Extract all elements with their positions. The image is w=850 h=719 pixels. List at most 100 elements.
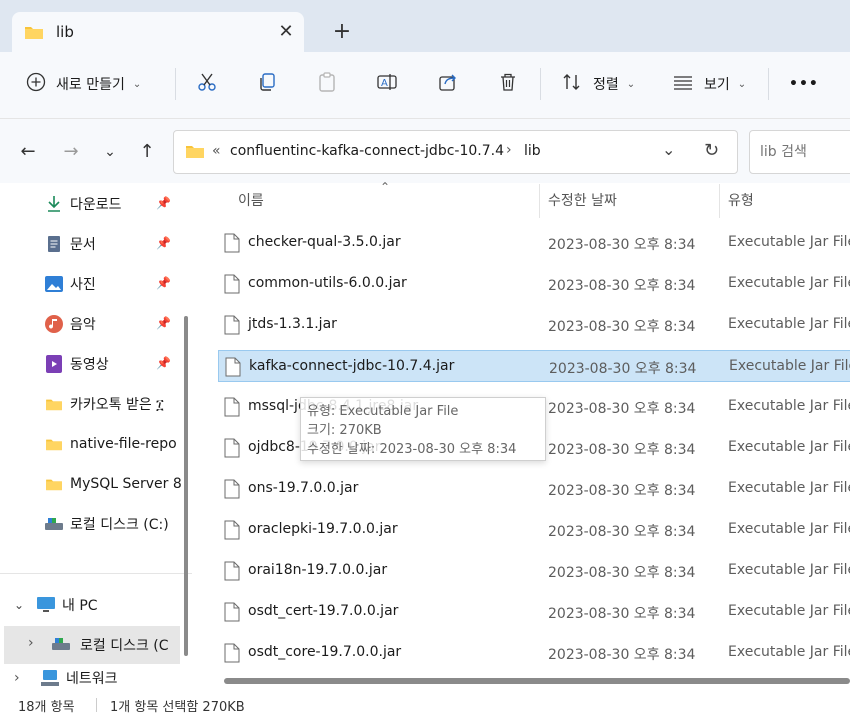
table-row[interactable]: osdt_core-19.7.0.0.jar 2023-08-30 오후 8:34… — [218, 637, 850, 669]
sidebar-item-label: MySQL Server 8 — [70, 476, 182, 492]
toolbar-divider — [768, 68, 769, 100]
sidebar-item-local-disk[interactable]: 로컬 디스크 (C:) — [44, 506, 220, 542]
tab-lib[interactable]: lib ✕ — [12, 12, 304, 52]
back-arrow-icon[interactable]: ← — [16, 140, 40, 164]
file-type: Executable Jar File — [728, 603, 850, 619]
table-row[interactable]: oraclepki-19.7.0.0.jar 2023-08-30 오후 8:34… — [218, 514, 850, 546]
sidebar-item-network[interactable]: › 네트워크 — [14, 668, 190, 688]
sidebar-scrollbar[interactable] — [184, 316, 188, 656]
file-type: Executable Jar File — [728, 480, 850, 496]
sidebar-item-mysql[interactable]: MySQL Server 8 — [44, 466, 220, 502]
file-type: Executable Jar File — [728, 316, 850, 332]
copy-button[interactable] — [256, 64, 278, 104]
more-options-button[interactable]: ••• — [789, 64, 819, 104]
file-name: checker-qual-3.5.0.jar — [248, 234, 401, 250]
file-name: oraclepki-19.7.0.0.jar — [248, 521, 398, 537]
search-input[interactable] — [758, 139, 850, 165]
share-button[interactable] — [437, 64, 459, 104]
sort-ascending-icon: ⌃ — [380, 180, 391, 194]
drive-icon — [44, 514, 64, 534]
rename-button[interactable]: A — [376, 64, 398, 104]
sidebar-item-label: 로컬 디스크 (C:) — [70, 517, 169, 533]
title-bar: lib ✕ + — [0, 0, 850, 52]
file-date: 2023-08-30 오후 8:34 — [548, 524, 696, 540]
sidebar-selected-item[interactable]: › 로컬 디스크 (C — [4, 626, 180, 664]
video-icon — [44, 354, 64, 374]
jar-file-icon — [224, 561, 240, 581]
new-tab-button[interactable]: + — [328, 18, 356, 46]
sidebar-item-documents[interactable]: 문서 — [44, 226, 220, 262]
sidebar-item-kakaotalk[interactable]: 카카오톡 받은 ፲ — [44, 386, 220, 422]
item-count: 18개 항목 — [18, 700, 75, 715]
file-name: kafka-connect-jdbc-10.7.4.jar — [249, 358, 455, 374]
breadcrumb-overflow[interactable]: « — [212, 143, 221, 159]
sidebar-item-downloads[interactable]: 다운로드 — [44, 186, 220, 222]
breadcrumb-current[interactable]: lib — [524, 143, 541, 159]
recent-locations-icon[interactable]: ⌄ — [98, 140, 122, 164]
jar-file-icon — [224, 602, 240, 622]
folder-icon — [24, 24, 44, 44]
table-row[interactable]: ons-19.7.0.0.jar 2023-08-30 오후 8:34 Execut… — [218, 473, 850, 505]
refresh-icon[interactable]: ↻ — [704, 140, 719, 161]
status-bar: 18개 항목 1개 항목 선택함 270KB — [0, 690, 850, 719]
view-label: 보기 — [704, 77, 730, 93]
file-type: Executable Jar File — [728, 562, 850, 578]
jar-file-icon — [224, 315, 240, 335]
table-row[interactable]: jtds-1.3.1.jar 2023-08-30 오후 8:34 Executab… — [218, 309, 850, 341]
new-button[interactable]: 새로 만들기 ⌄ — [26, 64, 141, 104]
column-header-date[interactable]: 수정한 날짜 — [548, 184, 617, 218]
pin-icon: 📌 — [156, 356, 171, 370]
sidebar-item-label: 로컬 디스크 (C — [80, 638, 169, 654]
up-arrow-icon[interactable]: ↑ — [135, 140, 159, 164]
column-header-name[interactable]: 이름 — [238, 184, 264, 218]
address-history-icon[interactable]: ⌄ — [662, 140, 675, 159]
sort-icon — [561, 71, 583, 97]
column-divider[interactable] — [539, 184, 540, 218]
file-type: Executable Jar File — [728, 644, 850, 660]
table-row[interactable]: kafka-connect-jdbc-10.7.4.jar 2023-08-30 … — [218, 350, 850, 382]
horizontal-scrollbar[interactable] — [224, 678, 850, 684]
chevron-down-icon: ⌄ — [14, 598, 25, 612]
breadcrumb-parent[interactable]: confluentinc-kafka-connect-jdbc-10.7.4 — [230, 143, 504, 159]
search-box[interactable] — [749, 130, 850, 174]
picture-icon — [44, 274, 64, 294]
sidebar-item-pictures[interactable]: 사진 — [44, 266, 220, 302]
sidebar-item-music[interactable]: 음악 — [44, 306, 220, 342]
pin-icon: 📌 — [156, 196, 171, 210]
folder-icon — [44, 394, 64, 414]
pin-icon: 📌 — [156, 276, 171, 290]
chevron-down-icon: ⌄ — [626, 78, 636, 90]
sidebar-item-this-pc[interactable]: ⌄ 내 PC — [14, 587, 190, 623]
sidebar-item-videos[interactable]: 동영상 — [44, 346, 220, 382]
sidebar-item-native-file-repo[interactable]: native-file-repo — [44, 426, 220, 462]
toolbar-divider — [175, 68, 176, 100]
tooltip-type: 유형: Executable Jar File — [307, 404, 459, 419]
paste-button[interactable] — [316, 64, 338, 104]
delete-button[interactable] — [497, 64, 519, 104]
address-bar[interactable]: « confluentinc-kafka-connect-jdbc-10.7.4… — [173, 130, 738, 174]
file-date: 2023-08-30 오후 8:34 — [548, 483, 696, 499]
close-tab-icon[interactable]: ✕ — [274, 20, 298, 44]
chevron-right-icon: › — [28, 635, 34, 651]
sidebar-item-label: 문서 — [70, 237, 96, 253]
forward-arrow-icon[interactable]: → — [59, 140, 83, 164]
table-row[interactable]: common-utils-6.0.0.jar 2023-08-30 오후 8:34… — [218, 268, 850, 300]
table-row[interactable]: osdt_cert-19.7.0.0.jar 2023-08-30 오후 8:34… — [218, 596, 850, 628]
trash-icon — [497, 71, 519, 97]
column-divider[interactable] — [719, 184, 720, 218]
tooltip-date: 수정한 날짜: 2023-08-30 오후 8:34 — [307, 442, 517, 457]
list-view-icon — [672, 71, 694, 97]
cut-button[interactable] — [196, 64, 218, 104]
network-icon — [40, 668, 60, 688]
scissors-icon — [196, 71, 218, 97]
drive-icon — [52, 638, 70, 654]
sort-button[interactable]: 정렬 ⌄ — [561, 64, 635, 104]
clipboard-icon — [316, 71, 338, 97]
view-button[interactable]: 보기 ⌄ — [672, 64, 746, 104]
folder-icon — [185, 143, 205, 163]
table-row[interactable]: orai18n-19.7.0.0.jar 2023-08-30 오후 8:34 Ex… — [218, 555, 850, 587]
file-date: 2023-08-30 오후 8:34 — [548, 401, 696, 417]
column-header-type[interactable]: 유형 — [728, 184, 754, 218]
status-divider — [96, 698, 97, 712]
table-row[interactable]: checker-qual-3.5.0.jar 2023-08-30 오후 8:34… — [218, 227, 850, 259]
